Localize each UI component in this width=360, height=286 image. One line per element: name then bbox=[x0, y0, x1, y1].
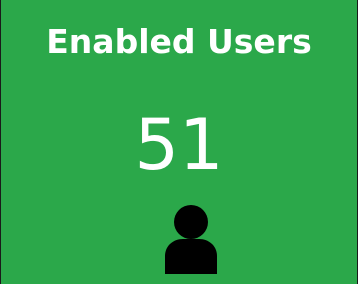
tile-title: Enabled Users bbox=[46, 22, 312, 61]
enabled-users-tile[interactable]: Enabled Users 51 bbox=[0, 0, 358, 284]
enabled-users-count: 51 bbox=[134, 104, 224, 186]
user-icon bbox=[161, 202, 221, 274]
